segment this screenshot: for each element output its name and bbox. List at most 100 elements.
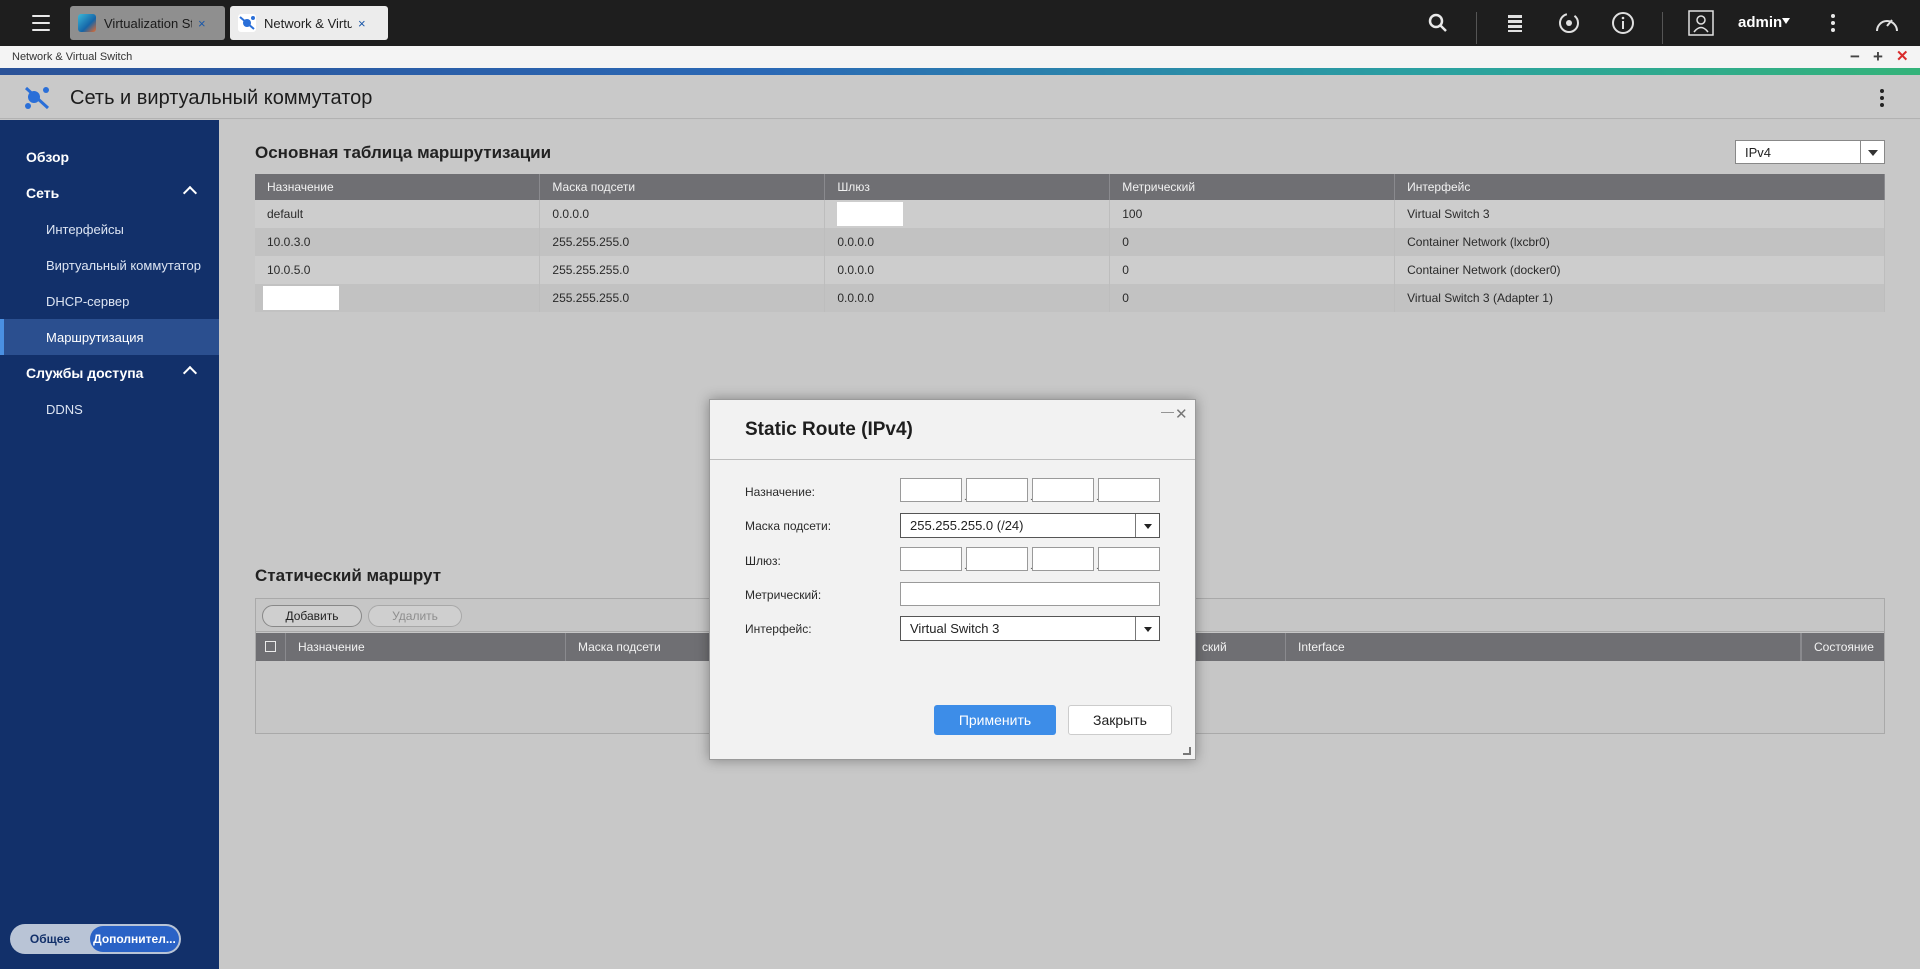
close-icon[interactable]: ✕ (1175, 405, 1188, 423)
user-name[interactable]: admin (1738, 14, 1782, 31)
app-title: Сеть и виртуальный коммутатор (70, 87, 373, 109)
sidebar-item-label: Службы доступа (26, 365, 144, 381)
table-cell: 100 (1109, 200, 1396, 228)
column-header[interactable]: Назначение (255, 174, 541, 200)
chevron-down-icon[interactable] (1135, 617, 1159, 640)
apply-button[interactable]: Применить (934, 705, 1056, 735)
gateway-octet-4-input[interactable] (1098, 547, 1160, 571)
destination-octet-1-input[interactable] (900, 478, 962, 502)
table-cell: 0.0.0.0 (824, 256, 1111, 284)
delete-button[interactable]: Удалить (368, 605, 462, 627)
sidebar-item-virtual-switch[interactable]: Виртуальный коммутатор (0, 247, 219, 283)
ip-version-value: IPv4 (1745, 145, 1772, 160)
table-cell: 10.0.3.0 (255, 228, 541, 256)
select-all-checkbox[interactable] (265, 641, 276, 652)
ip-version-select[interactable]: IPv4 (1735, 140, 1885, 164)
background-tasks-icon[interactable] (1502, 10, 1528, 36)
table-row[interactable]: 255.255.255.0 0.0.0.0 0 Virtual Switch 3… (255, 284, 1885, 312)
tab-network-virtual-switch[interactable]: Network & Virtu... × (230, 6, 388, 40)
main-menu-icon[interactable] (22, 8, 60, 38)
sidebar-item-ddns[interactable]: DDNS (0, 391, 219, 427)
minimize-window-button[interactable]: − (1850, 47, 1860, 67)
column-header[interactable]: Маска подсети (539, 174, 826, 200)
subnet-mask-label: Маска подсети: (745, 519, 832, 533)
column-header[interactable]: Шлюз (824, 174, 1111, 200)
table-cell: 0.0.0.0 (824, 228, 1111, 256)
sidebar-item-label: DHCP-сервер (46, 293, 130, 309)
tab-close-icon[interactable]: × (198, 16, 206, 31)
table-cell (824, 200, 1111, 228)
app-more-icon[interactable] (1876, 87, 1888, 109)
basic-mode-button[interactable]: Общее (10, 924, 90, 954)
chevron-up-icon[interactable] (182, 365, 198, 381)
network-switch-logo-icon (24, 86, 50, 110)
column-header[interactable]: Interface (1286, 633, 1801, 661)
app-header: Сеть и виртуальный коммутатор (0, 75, 1920, 119)
sync-icon[interactable] (1556, 10, 1582, 36)
dashboard-gauge-icon[interactable] (1874, 10, 1900, 36)
destination-octet-3-input[interactable] (1032, 478, 1094, 502)
table-cell: Virtual Switch 3 (1394, 200, 1885, 228)
column-header[interactable]: Назначение (286, 633, 566, 661)
interface-label: Интерфейс: (745, 622, 812, 636)
sidebar-item-network[interactable]: Сеть (0, 175, 219, 211)
tab-close-icon[interactable]: × (358, 16, 366, 31)
dialog-title: Static Route (IPv4) (745, 419, 913, 440)
metric-input[interactable] (900, 582, 1160, 606)
search-icon[interactable] (1425, 10, 1451, 36)
column-header[interactable]: ский (1198, 633, 1286, 661)
sidebar-item-dhcp-server[interactable]: DHCP-сервер (0, 283, 219, 319)
table-cell: Container Network (lxcbr0) (1394, 228, 1885, 256)
window-titlebar: Network & Virtual Switch − + ✕ (0, 46, 1920, 68)
info-icon[interactable] (1610, 10, 1636, 36)
accent-bar (0, 68, 1920, 75)
tab-virtualization-station[interactable]: Virtualization St... × (70, 6, 225, 40)
chevron-down-icon[interactable] (1782, 18, 1790, 24)
sidebar-item-routing[interactable]: Маршрутизация (0, 319, 219, 355)
column-header[interactable]: Интерфейс (1394, 174, 1885, 200)
destination-octet-4-input[interactable] (1098, 478, 1160, 502)
table-cell (255, 284, 541, 312)
close-window-button[interactable]: ✕ (1896, 47, 1909, 67)
add-button[interactable]: Добавить (262, 605, 362, 627)
chevron-down-icon[interactable] (1860, 141, 1884, 163)
chevron-up-icon[interactable] (182, 185, 198, 201)
column-header[interactable]: Состояние (1801, 633, 1884, 661)
destination-octet-2-input[interactable] (966, 478, 1028, 502)
sidebar-item-label: Виртуальный коммутатор (46, 257, 201, 273)
redacted-block (837, 202, 904, 226)
interface-select[interactable]: Virtual Switch 3 (900, 616, 1160, 641)
subnet-mask-value: 255.255.255.0 (/24) (910, 518, 1024, 533)
more-options-icon[interactable] (1820, 10, 1846, 36)
table-cell: default (255, 200, 541, 228)
table-cell: Container Network (docker0) (1394, 256, 1885, 284)
user-avatar-icon[interactable] (1688, 10, 1714, 36)
resize-handle-icon[interactable] (1183, 747, 1191, 755)
network-app-icon (238, 14, 256, 32)
gateway-octet-3-input[interactable] (1032, 547, 1094, 571)
table-row[interactable]: default 0.0.0.0 100 Virtual Switch 3 (255, 200, 1885, 228)
sidebar-item-label: DDNS (46, 401, 83, 417)
minimize-icon[interactable]: — (1161, 404, 1174, 419)
static-route-title: Статический маршрут (255, 566, 442, 585)
mode-toggle[interactable]: Общее Дополнител... (10, 924, 181, 954)
sidebar-item-label: Интерфейсы (46, 221, 124, 237)
sidebar-item-overview[interactable]: Обзор (0, 139, 219, 175)
sidebar-item-access-services[interactable]: Службы доступа (0, 355, 219, 391)
sidebar-item-interfaces[interactable]: Интерфейсы (0, 211, 219, 247)
close-button[interactable]: Закрыть (1068, 705, 1172, 735)
maximize-window-button[interactable]: + (1873, 47, 1883, 67)
chevron-down-icon[interactable] (1135, 514, 1159, 537)
gateway-octet-2-input[interactable] (966, 547, 1028, 571)
table-row[interactable]: 10.0.3.0 255.255.255.0 0.0.0.0 0 Contain… (255, 228, 1885, 256)
divider (1662, 12, 1663, 44)
sidebar-item-label: Обзор (26, 149, 70, 165)
interface-value: Virtual Switch 3 (910, 621, 1000, 636)
gateway-octet-1-input[interactable] (900, 547, 962, 571)
table-row[interactable]: 10.0.5.0 255.255.255.0 0.0.0.0 0 Contain… (255, 256, 1885, 284)
table-cell: 0.0.0.0 (824, 284, 1111, 312)
advanced-mode-button[interactable]: Дополнител... (90, 926, 179, 952)
subnet-mask-select[interactable]: 255.255.255.0 (/24) (900, 513, 1160, 538)
column-header-label: ский (1202, 640, 1227, 654)
column-header[interactable]: Метрический (1109, 174, 1396, 200)
